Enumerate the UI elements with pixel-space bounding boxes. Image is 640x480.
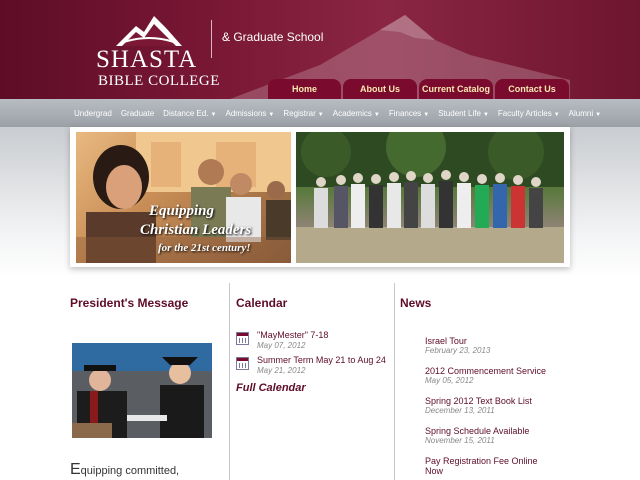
news-title: News [400, 296, 432, 310]
caret-down-icon: ▼ [317, 111, 324, 118]
logo-text-shasta: SHASTA [96, 46, 198, 73]
nav-item-finances[interactable]: Finances ▼ [389, 109, 429, 118]
news-item-date: November 15, 2011 [425, 436, 495, 445]
mountain-logo-icon [116, 16, 182, 46]
news-item-date: December 13, 2011 [425, 406, 495, 415]
top-tabs: Home About Us Current Catalog Contact Us [268, 79, 569, 99]
group-outdoor-photo [296, 132, 564, 263]
news-item[interactable]: Pay Registration Fee Online Now [425, 456, 555, 476]
nav-label: Faculty Articles [497, 108, 552, 118]
nav-item-registrar[interactable]: Registrar ▼ [283, 109, 323, 118]
nav-label: Academics [332, 108, 372, 118]
news-item-title[interactable]: Israel Tour [425, 336, 490, 346]
header-divider [211, 20, 212, 58]
news-item-date: February 23, 2013 [425, 346, 491, 355]
news-item-title[interactable]: 2012 Commencement Service [425, 366, 546, 376]
drop-cap: E [70, 461, 81, 478]
caret-down-icon: ▼ [268, 111, 275, 118]
header-subtitle: & Graduate School [222, 30, 324, 44]
tab-home[interactable]: Home [268, 79, 341, 99]
calendar-icon [236, 332, 249, 345]
banner-tagline-1: Equipping [149, 203, 215, 219]
calendar-column: Calendar "MayMester" 7-18 May 07, 2012 S… [236, 283, 391, 480]
president-photo [72, 343, 212, 438]
tab-contact-us[interactable]: Contact Us [495, 79, 569, 99]
nav-item-academics[interactable]: Academics ▼ [333, 109, 380, 118]
full-calendar-link[interactable]: Full Calendar [236, 382, 306, 394]
nav-item-distance-ed[interactable]: Distance Ed. ▼ [163, 109, 216, 118]
nav-item-undergrad[interactable]: Undergrad [74, 109, 112, 118]
nav-label: Registrar [283, 108, 316, 118]
caret-down-icon: ▼ [423, 111, 430, 118]
nav-item-admissions[interactable]: Admissions ▼ [225, 109, 274, 118]
news-item[interactable]: Spring Schedule Available November 15, 2… [425, 426, 529, 445]
event-date: May 21, 2012 [257, 366, 306, 375]
nav-item-alumni[interactable]: Alumni ▼ [569, 109, 601, 118]
tab-current-catalog[interactable]: Current Catalog [419, 79, 493, 99]
nav-item-graduate[interactable]: Graduate [121, 109, 154, 118]
nav-label: Undergrad [74, 108, 112, 118]
caret-down-icon: ▼ [482, 111, 489, 118]
nav-label: Finances [388, 108, 422, 118]
news-item[interactable]: Spring 2012 Text Book List December 13, … [425, 396, 532, 415]
caret-down-icon: ▼ [210, 111, 217, 118]
calendar-icon [236, 357, 249, 370]
president-message-title: President's Message [70, 296, 189, 310]
nav-label: Distance Ed. [163, 108, 209, 118]
site-header: SHASTA BIBLE COLLEGE & Graduate School H… [0, 0, 640, 99]
news-column: News Israel Tour February 23, 2013 2012 … [400, 283, 555, 480]
hero-banner: Equipping Christian Leaders for the 21st… [70, 127, 570, 267]
news-item[interactable]: 2012 Commencement Service May 05, 2012 [425, 366, 546, 385]
caret-down-icon: ▼ [373, 111, 380, 118]
news-item-title[interactable]: Spring 2012 Text Book List [425, 396, 532, 406]
nav-label: Admissions [225, 108, 267, 118]
nav-label: Alumni [568, 108, 594, 118]
news-item-title[interactable]: Pay Registration Fee Online Now [425, 456, 555, 476]
banner-tagline-3: for the 21st century! [158, 242, 251, 254]
president-message-text: Equipping committed, [70, 461, 179, 479]
tab-about-us[interactable]: About Us [343, 79, 417, 99]
nav-label: Student Life [438, 108, 481, 118]
graduation-illustration-icon [72, 343, 212, 438]
students-class-photo: Equipping Christian Leaders for the 21st… [76, 132, 291, 263]
caret-down-icon: ▼ [595, 111, 602, 118]
banner-tagline-2: Christian Leaders [140, 222, 252, 238]
event-title[interactable]: "MayMester" 7-18 [257, 330, 328, 340]
nav-label: Graduate [120, 108, 155, 118]
nav-item-faculty-articles[interactable]: Faculty Articles ▼ [498, 109, 560, 118]
president-text-body: quipping committed, [80, 465, 180, 477]
news-item-title[interactable]: Spring Schedule Available [425, 426, 529, 436]
column-divider [229, 283, 230, 480]
main-nav: Undergrad Graduate Distance Ed. ▼ Admissi… [0, 99, 640, 127]
president-message-column: President's Message Equipping committed, [70, 283, 220, 480]
event-date: May 07, 2012 [257, 341, 306, 350]
site-logo[interactable]: SHASTA BIBLE COLLEGE [96, 12, 219, 89]
news-item-date: May 05, 2012 [425, 376, 474, 385]
column-divider [394, 283, 395, 480]
nav-item-student-life[interactable]: Student Life ▼ [438, 109, 489, 118]
logo-text-bible-college: BIBLE COLLEGE [98, 73, 220, 89]
news-item[interactable]: Israel Tour February 23, 2013 [425, 336, 490, 355]
calendar-title: Calendar [236, 296, 288, 310]
caret-down-icon: ▼ [553, 111, 560, 118]
group-illustration-icon [296, 132, 564, 263]
event-title[interactable]: Summer Term May 21 to Aug 24 [257, 355, 386, 365]
